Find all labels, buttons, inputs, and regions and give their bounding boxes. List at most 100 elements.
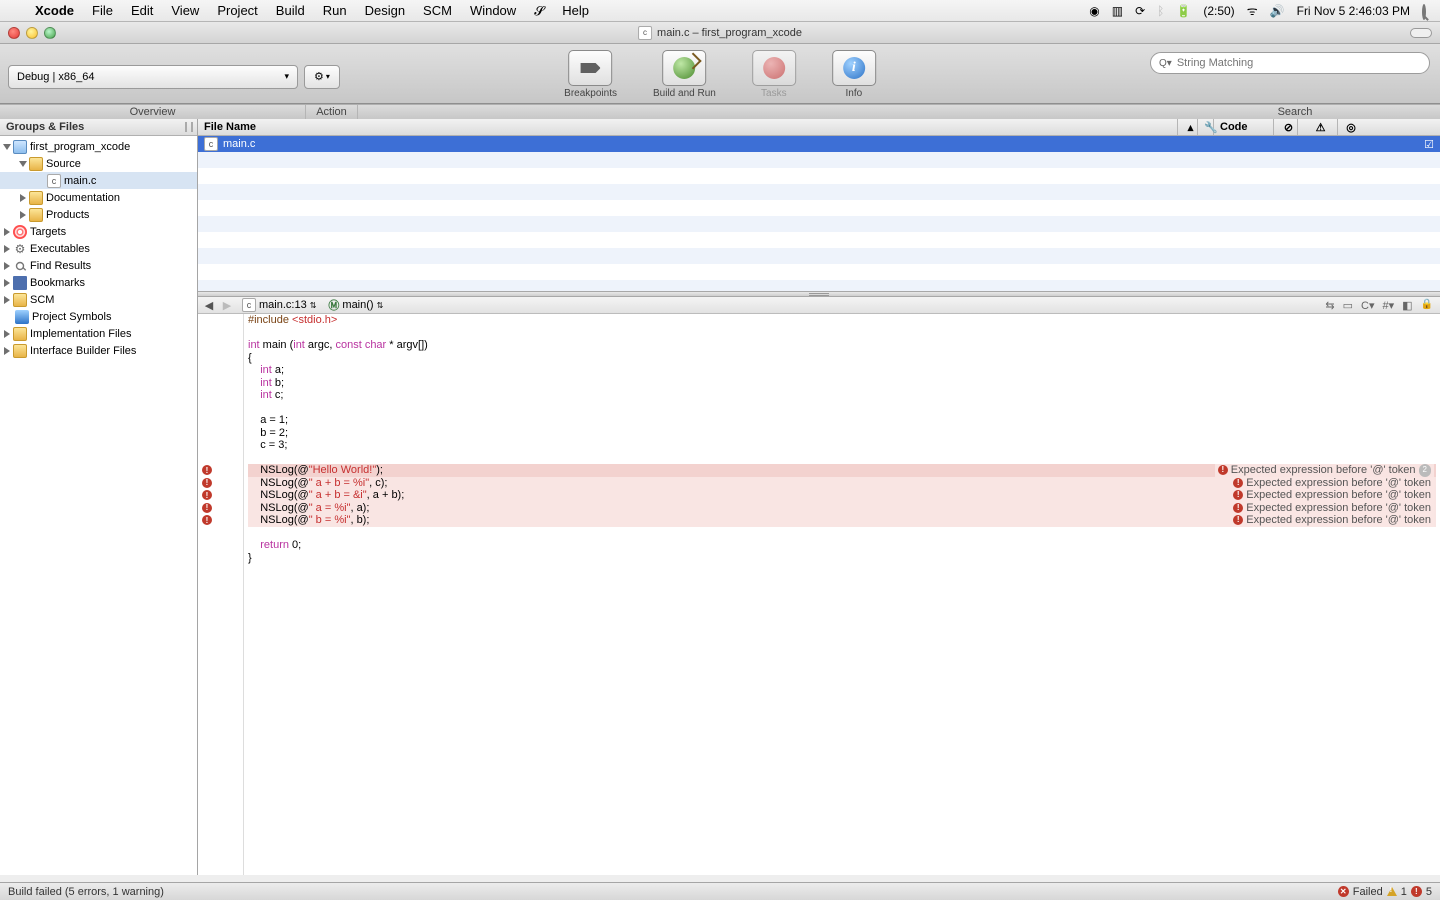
menu-window[interactable]: Window	[461, 3, 525, 18]
menu-scm[interactable]: SCM	[414, 3, 461, 18]
minimize-window-button[interactable]	[26, 27, 38, 39]
code-editor[interactable]: #include <stdio.h>int main (int argc, co…	[244, 314, 1440, 875]
error-inline-badge[interactable]: !Expected expression before '@' token	[1230, 489, 1434, 502]
menu-run[interactable]: Run	[314, 3, 356, 18]
code-line[interactable]: NSLog(@" a + b = &i", a + b);!Expected e…	[248, 489, 1436, 502]
menu-project[interactable]: Project	[208, 3, 266, 18]
file-crumb[interactable]: c main.c:13 ⇅	[238, 297, 320, 313]
col-sort-icon[interactable]: ▴	[1178, 119, 1198, 135]
code-line[interactable]: NSLog(@" a = %i", a);!Expected expressio…	[248, 502, 1436, 515]
code-line[interactable]: int c;	[248, 389, 1436, 402]
file-row[interactable]	[198, 232, 1440, 248]
disclosure-triangle-icon[interactable]	[4, 279, 10, 287]
status-failed-icon[interactable]: ✕	[1338, 886, 1349, 897]
gutter-error-icon[interactable]: !	[202, 465, 212, 475]
file-row[interactable]	[198, 184, 1440, 200]
tree-node[interactable]: Source	[0, 155, 197, 172]
wifi-icon[interactable]: ᯤ	[1241, 2, 1264, 19]
code-line[interactable]: NSLog(@" b = %i", b);!Expected expressio…	[248, 514, 1436, 527]
script-menu-icon[interactable]: 𝓢	[525, 3, 553, 19]
tree-node[interactable]: Products	[0, 206, 197, 223]
tree-node[interactable]: Implementation Files	[0, 325, 197, 342]
disclosure-triangle-icon[interactable]	[3, 144, 11, 150]
code-line[interactable]	[248, 527, 1436, 540]
col-warnings-icon[interactable]: ⚠	[1298, 119, 1338, 135]
battery-icon[interactable]: 🔋	[1170, 4, 1197, 18]
breakpoints-strip-button[interactable]: ◧	[1399, 299, 1415, 312]
error-inline-badge[interactable]: !Expected expression before '@' token2	[1215, 464, 1434, 477]
code-line[interactable]: #include <stdio.h>	[248, 314, 1436, 327]
disclosure-triangle-icon[interactable]	[4, 262, 10, 270]
code-line[interactable]: int a;	[248, 364, 1436, 377]
file-row[interactable]	[198, 248, 1440, 264]
tree-node[interactable]: Documentation	[0, 189, 197, 206]
tree-node[interactable]: SCM	[0, 291, 197, 308]
file-list[interactable]: cmain.c☑	[198, 136, 1440, 291]
gutter-error-icon[interactable]: !	[202, 515, 212, 525]
build-and-run-button[interactable]	[662, 50, 706, 86]
file-row[interactable]	[198, 200, 1440, 216]
menu-build[interactable]: Build	[267, 3, 314, 18]
gutter-error-icon[interactable]: !	[202, 490, 212, 500]
menu-file[interactable]: File	[83, 3, 122, 18]
zoom-window-button[interactable]	[44, 27, 56, 39]
menu-design[interactable]: Design	[356, 3, 414, 18]
code-line[interactable]: c = 3;	[248, 439, 1436, 452]
error-inline-badge[interactable]: !Expected expression before '@' token	[1230, 477, 1434, 490]
nav-fwd-button[interactable]: ▶	[220, 299, 234, 312]
gutter-error-icon[interactable]: !	[202, 503, 212, 513]
code-line[interactable]: NSLog(@" a + b = %i", c);!Expected expre…	[248, 477, 1436, 490]
error-icon[interactable]: !	[1411, 886, 1422, 897]
disclosure-triangle-icon[interactable]	[20, 194, 26, 202]
file-row[interactable]	[198, 216, 1440, 232]
code-line[interactable]	[248, 327, 1436, 340]
disclosure-triangle-icon[interactable]	[19, 161, 27, 167]
col-target-icon[interactable]: ◎	[1338, 119, 1358, 135]
code-line[interactable]: int b;	[248, 377, 1436, 390]
tree-node[interactable]: Targets	[0, 223, 197, 240]
file-row[interactable]	[198, 280, 1440, 291]
function-crumb[interactable]: Ⓜ main() ⇅	[324, 296, 387, 314]
evernote-icon[interactable]: ◉	[1083, 4, 1105, 18]
split-button[interactable]: ▭	[1340, 299, 1356, 312]
tree-node[interactable]: ⚙Executables	[0, 240, 197, 257]
col-errors-icon[interactable]: ⊘	[1274, 119, 1298, 135]
volume-icon[interactable]: 🔊	[1264, 4, 1291, 18]
search-field[interactable]: Q▾	[1150, 52, 1430, 74]
disclosure-triangle-icon[interactable]	[4, 228, 10, 236]
code-line[interactable]: NSLog(@"Hello World!");!Expected express…	[248, 464, 1436, 477]
search-input[interactable]	[1177, 57, 1421, 69]
file-row[interactable]	[198, 152, 1440, 168]
col-code[interactable]: Code	[1214, 119, 1274, 135]
app-menu[interactable]: Xcode	[26, 3, 83, 18]
tree-node[interactable]: first_program_xcode	[0, 138, 197, 155]
menu-help[interactable]: Help	[553, 3, 598, 18]
code-line[interactable]: b = 2;	[248, 427, 1436, 440]
disclosure-triangle-icon[interactable]	[4, 296, 10, 304]
close-window-button[interactable]	[8, 27, 20, 39]
disclosure-triangle-icon[interactable]	[20, 211, 26, 219]
col-filename[interactable]: File Name	[198, 119, 1178, 135]
sidebar-grip-icon[interactable]	[185, 122, 193, 132]
col-build-icon[interactable]: 🔧	[1198, 119, 1214, 135]
editor-gutter[interactable]: !!!!!	[198, 314, 244, 875]
tree-node[interactable]: cmain.c	[0, 172, 197, 189]
file-row[interactable]: cmain.c☑	[198, 136, 1440, 152]
clock[interactable]: Fri Nov 5 2:46:03 PM	[1291, 4, 1416, 18]
tree-node[interactable]: Interface Builder Files	[0, 342, 197, 359]
project-tree[interactable]: first_program_xcodeSourcecmain.cDocument…	[0, 136, 197, 875]
file-row[interactable]	[198, 168, 1440, 184]
file-row[interactable]	[198, 264, 1440, 280]
bookmarks-button[interactable]: #▾	[1380, 299, 1398, 312]
spotlight-icon[interactable]	[1416, 4, 1432, 18]
warning-icon[interactable]	[1387, 887, 1397, 896]
code-line[interactable]: return 0;	[248, 539, 1436, 552]
class-browser-button[interactable]: C▾	[1358, 299, 1377, 312]
tree-node[interactable]: Bookmarks	[0, 274, 197, 291]
build-config-dropdown[interactable]: Debug | x86_64 ▾	[8, 65, 298, 89]
disclosure-triangle-icon[interactable]	[4, 245, 10, 253]
code-line[interactable]	[248, 402, 1436, 415]
tree-node[interactable]: Project Symbols	[0, 308, 197, 325]
breakpoints-button[interactable]	[569, 50, 613, 86]
menu-extra-icon[interactable]: ▥	[1106, 4, 1129, 18]
